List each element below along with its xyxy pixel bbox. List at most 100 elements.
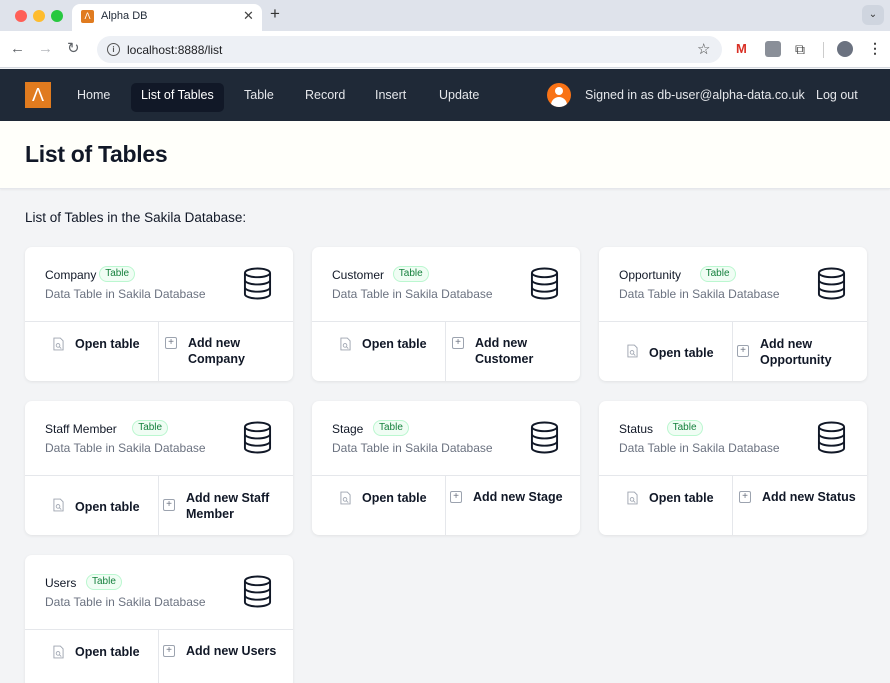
database-icon xyxy=(243,575,272,608)
nav-table[interactable]: Table xyxy=(234,83,284,112)
card-header: Opportunity Table Data Table in Sakila D… xyxy=(599,247,867,322)
database-icon xyxy=(243,421,272,454)
intro-text: List of Tables in the Sakila Database: xyxy=(25,210,247,225)
plus-square-icon: + xyxy=(163,499,175,511)
forward-arrow-icon[interactable]: → xyxy=(38,40,53,58)
tab-title: Alpha DB xyxy=(101,10,148,22)
card-header: Status Table Data Table in Sakila Databa… xyxy=(599,401,867,476)
logout-link[interactable]: Log out xyxy=(816,88,858,102)
open-table-button[interactable]: Open table xyxy=(312,322,446,381)
reload-icon[interactable]: ↻ xyxy=(67,40,80,58)
document-search-icon xyxy=(340,337,351,351)
add-new-record-button[interactable]: + Add new Staff Member xyxy=(159,476,293,535)
plus-square-icon: + xyxy=(450,491,462,503)
card-actions: Open table + Add new Company xyxy=(25,322,293,381)
open-table-label: Open table xyxy=(649,346,714,360)
tab-search-chevron-icon[interactable]: ⌄ xyxy=(862,5,884,25)
close-window-button[interactable] xyxy=(15,10,27,22)
page-header: List of Tables xyxy=(0,121,890,189)
card-subtitle: Data Table in Sakila Database xyxy=(45,595,206,609)
add-new-record-button[interactable]: + Add new Opportunity xyxy=(733,322,867,381)
card-actions: Open table + Add new Stage xyxy=(312,476,580,535)
browser-menu-icon[interactable]: ⋮ xyxy=(868,40,882,57)
nav-record[interactable]: Record xyxy=(295,83,355,112)
open-table-label: Open table xyxy=(362,491,427,505)
document-search-icon xyxy=(627,491,638,505)
table-card: Users Table Data Table in Sakila Databas… xyxy=(25,555,293,683)
add-new-record-button[interactable]: + Add new Users xyxy=(159,630,293,683)
toolbar-divider xyxy=(823,42,824,58)
card-actions: Open table + Add new Customer xyxy=(312,322,580,381)
back-arrow-icon[interactable]: ← xyxy=(10,40,25,58)
table-badge: Table xyxy=(373,420,409,436)
open-table-button[interactable]: Open table xyxy=(599,322,733,381)
signed-in-text: Signed in as db-user@alpha-data.co.uk xyxy=(585,88,805,102)
user-avatar-icon[interactable] xyxy=(547,83,571,107)
card-subtitle: Data Table in Sakila Database xyxy=(619,287,780,301)
add-new-record-button[interactable]: + Add new Stage xyxy=(446,476,580,535)
extension-icon[interactable] xyxy=(765,41,781,57)
card-actions: Open table + Add new Staff Member xyxy=(25,476,293,535)
card-header: Customer Table Data Table in Sakila Data… xyxy=(312,247,580,322)
site-info-icon[interactable]: i xyxy=(107,43,120,56)
extensions-puzzle-icon[interactable]: ⧉ xyxy=(795,41,811,57)
open-table-label: Open table xyxy=(75,337,140,351)
gmail-extension-icon[interactable]: M xyxy=(736,41,752,57)
database-icon xyxy=(530,421,559,454)
card-header: Stage Table Data Table in Sakila Databas… xyxy=(312,401,580,476)
table-badge: Table xyxy=(86,574,122,590)
table-badge: Table xyxy=(99,266,136,282)
browser-tab[interactable]: Λ Alpha DB ✕ xyxy=(72,4,262,31)
table-card: Status Table Data Table in Sakila Databa… xyxy=(599,401,867,535)
nav-update[interactable]: Update xyxy=(429,83,489,112)
add-new-record-button[interactable]: + Add new Company xyxy=(159,322,293,381)
alpha-db-logo-icon[interactable]: Λ xyxy=(25,82,51,108)
card-table-name: Status xyxy=(619,422,654,436)
zoom-window-button[interactable] xyxy=(51,10,63,22)
table-badge: Table xyxy=(699,266,736,282)
card-actions: Open table + Add new Status xyxy=(599,476,867,535)
new-tab-icon[interactable]: + xyxy=(270,5,280,22)
nav-list-of-tables[interactable]: List of Tables xyxy=(131,83,224,112)
add-new-record-button[interactable]: + Add new Status xyxy=(733,476,867,535)
open-table-label: Open table xyxy=(649,491,714,505)
minimize-window-button[interactable] xyxy=(33,10,45,22)
database-icon xyxy=(817,421,846,454)
open-table-button[interactable]: Open table xyxy=(312,476,446,535)
bookmark-star-icon[interactable]: ☆ xyxy=(697,40,710,58)
table-card: Staff Member Table Data Table in Sakila … xyxy=(25,401,293,535)
open-table-button[interactable]: Open table xyxy=(25,322,159,381)
card-table-name: Users xyxy=(45,576,77,590)
card-table-name: Stage xyxy=(332,422,364,436)
close-tab-icon[interactable]: ✕ xyxy=(243,8,254,24)
alpha-logo-icon: Λ xyxy=(81,10,94,23)
nav-home[interactable]: Home xyxy=(67,83,120,112)
plus-square-icon: + xyxy=(165,337,177,349)
card-header: Staff Member Table Data Table in Sakila … xyxy=(25,401,293,476)
table-card: Customer Table Data Table in Sakila Data… xyxy=(312,247,580,381)
url-text[interactable]: localhost:8888/list xyxy=(127,43,222,57)
database-icon xyxy=(530,267,559,300)
card-subtitle: Data Table in Sakila Database xyxy=(45,441,206,455)
document-search-icon xyxy=(340,491,351,505)
add-new-label: Add new Users xyxy=(186,644,277,658)
card-table-name: Company xyxy=(45,268,97,282)
profile-avatar-icon[interactable] xyxy=(837,41,853,57)
card-table-name: Customer xyxy=(332,268,385,282)
nav-insert[interactable]: Insert xyxy=(365,83,416,112)
plus-square-icon: + xyxy=(163,645,175,657)
add-new-record-button[interactable]: + Add new Customer xyxy=(446,322,580,381)
card-subtitle: Data Table in Sakila Database xyxy=(332,441,493,455)
add-new-label: Add new Customer xyxy=(475,336,534,366)
open-table-button[interactable]: Open table xyxy=(25,476,159,535)
table-card: Stage Table Data Table in Sakila Databas… xyxy=(312,401,580,535)
table-card: Opportunity Table Data Table in Sakila D… xyxy=(599,247,867,381)
add-new-label: Add new Stage xyxy=(473,490,563,504)
open-table-button[interactable]: Open table xyxy=(25,630,159,683)
card-subtitle: Data Table in Sakila Database xyxy=(45,287,206,301)
address-bar[interactable]: i localhost:8888/list ☆ xyxy=(97,36,722,63)
card-actions: Open table + Add new Opportunity xyxy=(599,322,867,381)
open-table-button[interactable]: Open table xyxy=(599,476,733,535)
card-table-name: Opportunity xyxy=(619,268,682,282)
browser-tab-bar: Λ Alpha DB ✕ + ⌄ xyxy=(0,0,890,31)
